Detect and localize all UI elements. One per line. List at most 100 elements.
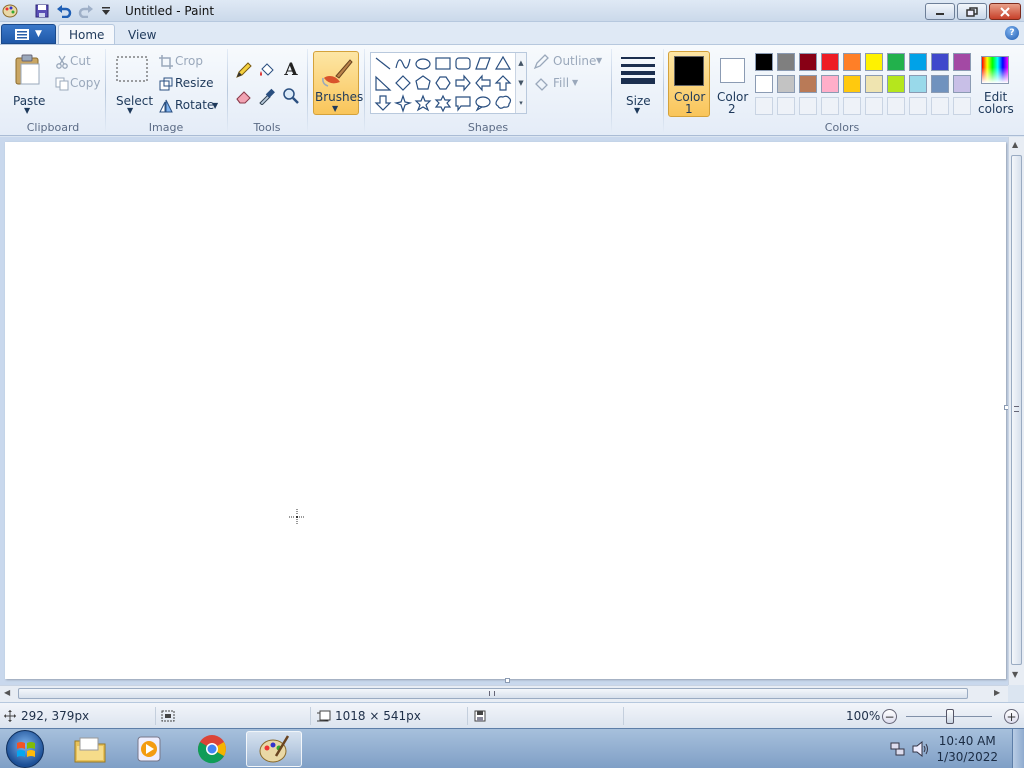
palette-custom-slot[interactable] (931, 97, 949, 115)
color-picker-icon[interactable] (257, 86, 277, 106)
palette-custom-slot[interactable] (821, 97, 839, 115)
paint-app-icon[interactable] (2, 3, 18, 19)
palette-color-swatch[interactable] (887, 53, 905, 71)
network-icon[interactable] (890, 741, 906, 757)
customize-quick-access-icon[interactable] (98, 3, 114, 19)
palette-custom-slot[interactable] (777, 97, 795, 115)
close-icon (1000, 6, 1010, 17)
cut-button[interactable]: Cut (70, 54, 91, 68)
palette-color-swatch[interactable] (843, 75, 861, 93)
palette-color-swatch[interactable] (777, 75, 795, 93)
drawing-canvas[interactable] (5, 142, 1006, 679)
palette-color-swatch[interactable] (909, 53, 927, 71)
palette-color-swatch[interactable] (953, 53, 971, 71)
size-button[interactable]: Size ▼ (616, 49, 658, 115)
taskbar-chrome[interactable] (184, 731, 240, 767)
palette-custom-slot[interactable] (887, 97, 905, 115)
palette-custom-slot[interactable] (843, 97, 861, 115)
resize-button[interactable]: Resize (175, 76, 213, 90)
scroll-down-icon[interactable]: ▼ (1012, 670, 1018, 679)
volume-icon[interactable] (912, 741, 930, 757)
vertical-scroll-thumb[interactable] (1011, 155, 1022, 665)
horizontal-scroll-thumb[interactable] (18, 688, 968, 699)
palette-color-swatch[interactable] (821, 53, 839, 71)
color-1-swatch (674, 56, 704, 86)
zoom-out-button[interactable]: − (882, 709, 897, 724)
fill-button[interactable]: Fill (553, 76, 569, 90)
edit-colors-icon (981, 56, 1009, 84)
maximize-button[interactable] (957, 3, 987, 20)
tab-view[interactable]: View (118, 24, 166, 45)
vertical-scrollbar[interactable]: ▲ ▼ (1008, 137, 1024, 685)
palette-color-swatch[interactable] (865, 75, 883, 93)
palette-color-swatch[interactable] (799, 75, 817, 93)
rotate-icon (156, 96, 176, 116)
eraser-icon[interactable] (234, 86, 254, 106)
rotate-button[interactable]: Rotate (175, 98, 214, 112)
fill-with-color-icon[interactable] (257, 60, 277, 80)
system-clock[interactable]: 10:40 AM 1/30/2022 (936, 733, 998, 765)
palette-color-swatch[interactable] (843, 53, 861, 71)
show-desktop-button[interactable] (1012, 729, 1024, 768)
palette-color-swatch[interactable] (953, 75, 971, 93)
palette-color-swatch[interactable] (909, 75, 927, 93)
palette-color-swatch[interactable] (865, 53, 883, 71)
outline-icon (531, 52, 551, 72)
taskbar: 10:40 AM 1/30/2022 (0, 728, 1024, 768)
window-title: Untitled - Paint (125, 4, 215, 18)
save-icon[interactable] (34, 3, 50, 19)
brushes-button[interactable]: Brushes ▼ (313, 51, 363, 115)
color-2-button[interactable]: Color 2 (712, 51, 752, 117)
palette-color-swatch[interactable] (755, 75, 773, 93)
edit-colors-button[interactable]: Edit colors (975, 51, 1015, 117)
brushes-label: Brushes (315, 90, 364, 104)
outline-dropdown-icon: ▼ (596, 56, 603, 65)
redo-icon[interactable] (78, 3, 94, 19)
taskbar-explorer[interactable] (62, 731, 118, 767)
palette-custom-slot[interactable] (755, 97, 773, 115)
copy-button[interactable]: Copy (70, 76, 100, 90)
palette-color-swatch[interactable] (799, 53, 817, 71)
scroll-left-icon[interactable]: ◀ (4, 688, 10, 697)
crop-button[interactable]: Crop (175, 54, 203, 68)
color-1-button[interactable]: Color 1 (668, 51, 710, 117)
magnifier-icon[interactable] (281, 86, 301, 106)
palette-custom-slot[interactable] (909, 97, 927, 115)
close-button[interactable] (989, 3, 1021, 20)
outline-button[interactable]: Outline (553, 54, 596, 68)
pencil-icon[interactable] (234, 60, 254, 80)
shapes-scroll[interactable]: ▲ ▼ ▾ (515, 53, 526, 113)
canvas-resize-handle-bottom[interactable] (505, 678, 510, 683)
scroll-up-icon[interactable]: ▲ (1012, 140, 1018, 149)
scroll-right-icon[interactable]: ▶ (994, 688, 1000, 697)
paint-menu-button[interactable]: ▼ (1, 24, 56, 44)
palette-color-swatch[interactable] (755, 53, 773, 71)
palette-color-swatch[interactable] (777, 53, 795, 71)
tab-home[interactable]: Home (58, 24, 116, 45)
group-divider (611, 49, 612, 133)
paste-button[interactable]: Paste ▼ (6, 49, 48, 115)
colors-group-label: Colors (824, 121, 860, 134)
help-icon[interactable]: ? (1005, 26, 1019, 40)
start-button[interactable] (6, 730, 44, 768)
minimize-button[interactable] (925, 3, 955, 20)
taskbar-paint[interactable] (246, 731, 302, 767)
palette-custom-slot[interactable] (865, 97, 883, 115)
canvas-size-icon (317, 710, 331, 722)
undo-icon[interactable] (56, 3, 72, 19)
text-tool-icon[interactable]: A (281, 60, 301, 80)
palette-color-swatch[interactable] (931, 53, 949, 71)
horizontal-scrollbar[interactable]: ◀ ▶ (0, 685, 1008, 702)
palette-custom-slot[interactable] (953, 97, 971, 115)
taskbar-media-player[interactable] (122, 731, 178, 767)
select-button[interactable]: Select ▼ (111, 49, 153, 115)
palette-color-swatch[interactable] (821, 75, 839, 93)
restore-icon (966, 6, 978, 17)
zoom-in-button[interactable]: + (1004, 709, 1019, 724)
palette-color-swatch[interactable] (931, 75, 949, 93)
palette-custom-slot[interactable] (799, 97, 817, 115)
clock-time: 10:40 AM (938, 734, 996, 748)
zoom-slider-thumb[interactable] (946, 709, 954, 724)
clock-date: 1/30/2022 (936, 750, 998, 764)
palette-color-swatch[interactable] (887, 75, 905, 93)
